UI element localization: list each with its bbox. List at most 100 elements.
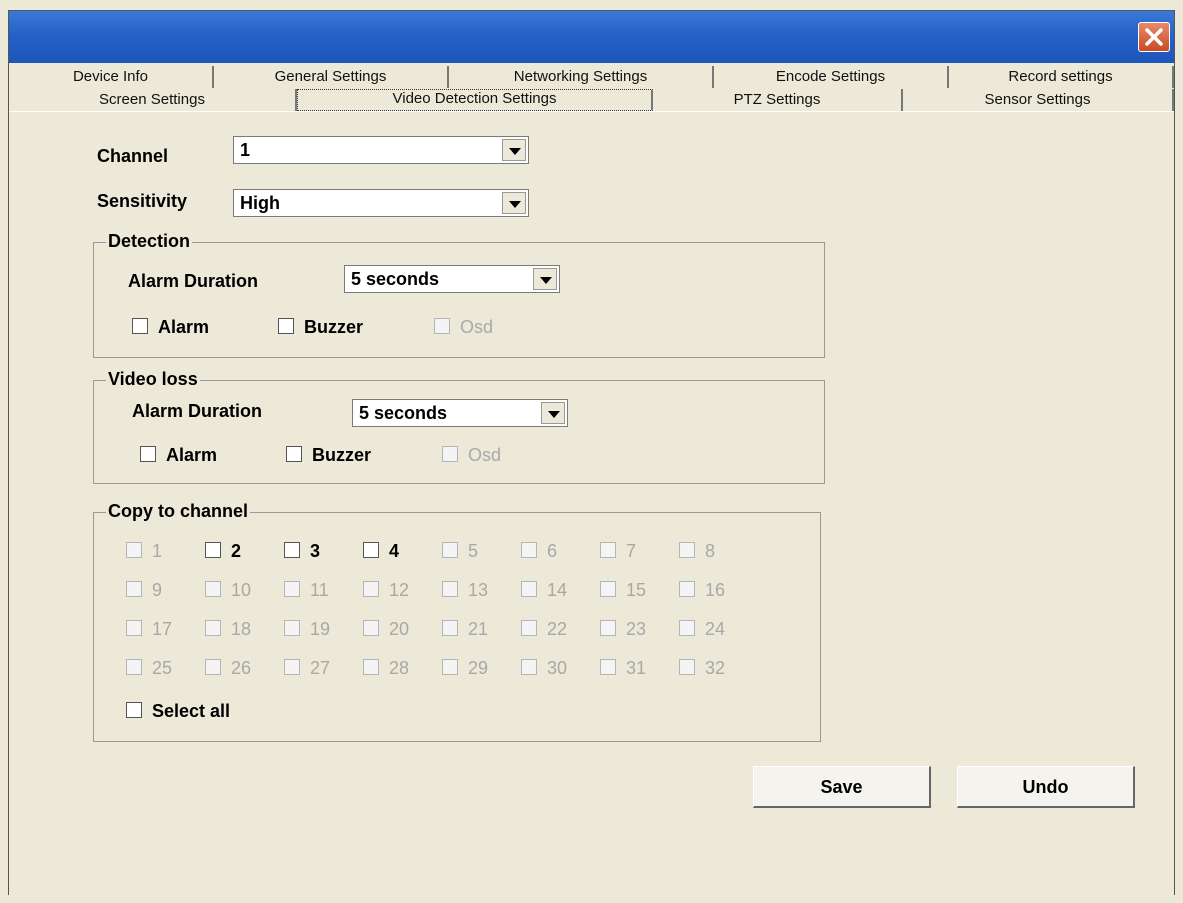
detection-buzzer-checkbox[interactable]: Buzzer — [278, 317, 363, 338]
checkbox-box — [205, 620, 221, 636]
channel-16-checkbox: 16 — [679, 580, 725, 601]
checkbox-box — [442, 446, 458, 462]
checkbox-box — [126, 542, 142, 558]
save-button[interactable]: Save — [753, 766, 931, 808]
checkbox-box — [679, 581, 695, 597]
channel-label: 17 — [152, 619, 173, 639]
close-icon — [1145, 28, 1163, 46]
channel-label: 31 — [626, 658, 647, 678]
settings-panel: Channel 1 Sensitivity High Detection Ala… — [9, 111, 1174, 895]
checkbox-box — [600, 542, 616, 558]
checkbox-box — [521, 542, 537, 558]
checkbox-box — [600, 659, 616, 675]
channel-2-checkbox[interactable]: 2 — [205, 541, 241, 562]
video-loss-alarm-label: Alarm — [166, 445, 218, 465]
channel-label: 21 — [468, 619, 489, 639]
checkbox-box[interactable] — [286, 446, 302, 462]
video-loss-alarm-checkbox[interactable]: Alarm — [140, 445, 217, 466]
channel-label: 6 — [547, 541, 558, 561]
tab-record-settings[interactable]: Record settings — [949, 66, 1174, 88]
channel-label: 14 — [547, 580, 568, 600]
channel-6-checkbox: 6 — [521, 541, 557, 562]
detection-alarm-duration-select[interactable]: 5 seconds — [344, 265, 560, 293]
video-loss-alarm-duration-select[interactable]: 5 seconds — [352, 399, 568, 427]
channel-label: 13 — [468, 580, 489, 600]
channel-label: 24 — [705, 619, 726, 639]
channel-19-checkbox: 19 — [284, 619, 330, 640]
channel-label: 32 — [705, 658, 726, 678]
chevron-down-icon[interactable] — [533, 268, 557, 290]
checkbox-box[interactable] — [126, 702, 142, 718]
detection-alarm-duration-label: Alarm Duration — [128, 271, 259, 291]
channel-label: 28 — [389, 658, 410, 678]
channel-label: 27 — [310, 658, 331, 678]
checkbox-box[interactable] — [140, 446, 156, 462]
channel-23-checkbox: 23 — [600, 619, 646, 640]
checkbox-box — [284, 659, 300, 675]
channel-3-checkbox[interactable]: 3 — [284, 541, 320, 562]
checkbox-box[interactable] — [278, 318, 294, 334]
detection-osd-checkbox: Osd — [434, 317, 493, 338]
channel-label: 15 — [626, 580, 647, 600]
checkbox-box[interactable] — [205, 542, 221, 558]
detection-buzzer-label: Buzzer — [304, 317, 364, 337]
channel-label: 19 — [310, 619, 331, 639]
chevron-down-icon[interactable] — [502, 139, 526, 161]
tab-networking-settings[interactable]: Networking Settings — [449, 66, 714, 88]
undo-button[interactable]: Undo — [957, 766, 1135, 808]
checkbox-box[interactable] — [132, 318, 148, 334]
channel-label: 10 — [231, 580, 252, 600]
channel-4-checkbox[interactable]: 4 — [363, 541, 399, 562]
channel-label: 23 — [626, 619, 647, 639]
channel-24-checkbox: 24 — [679, 619, 725, 640]
channel-1-checkbox: 1 — [126, 541, 162, 562]
tab-general-settings[interactable]: General Settings — [214, 66, 449, 88]
channel-label: 20 — [389, 619, 410, 639]
tab-sensor-settings[interactable]: Sensor Settings — [903, 89, 1174, 111]
channel-11-checkbox: 11 — [284, 580, 329, 601]
channel-28-checkbox: 28 — [363, 658, 409, 679]
channel-5-checkbox: 5 — [442, 541, 478, 562]
channel-label: 18 — [231, 619, 252, 639]
checkbox-box — [600, 620, 616, 636]
close-button[interactable] — [1138, 22, 1170, 52]
checkbox-box — [442, 659, 458, 675]
tab-row-1: Device Info General Settings Networking … — [9, 66, 1174, 88]
tab-ptz-settings[interactable]: PTZ Settings — [653, 89, 903, 111]
channel-14-checkbox: 14 — [521, 580, 567, 601]
select-all-checkbox[interactable]: Select all — [126, 701, 230, 722]
checkbox-box — [442, 542, 458, 558]
channel-29-checkbox: 29 — [442, 658, 488, 679]
channel-22-checkbox: 22 — [521, 619, 567, 640]
tab-video-detection-settings[interactable]: Video Detection Settings — [297, 89, 653, 111]
tab-row-2: Screen Settings Video Detection Settings… — [9, 89, 1174, 111]
checkbox-box — [363, 581, 379, 597]
channel-label: 22 — [547, 619, 568, 639]
title-bar — [9, 11, 1174, 63]
chevron-down-icon[interactable] — [502, 192, 526, 214]
channel-select[interactable]: 1 — [233, 136, 529, 164]
chevron-down-icon[interactable] — [541, 402, 565, 424]
checkbox-box — [434, 318, 450, 334]
channel-17-checkbox: 17 — [126, 619, 172, 640]
sensitivity-label: Sensitivity — [97, 191, 188, 211]
checkbox-box — [521, 581, 537, 597]
checkbox-box — [442, 620, 458, 636]
video-loss-alarm-duration-value: 5 seconds — [359, 403, 448, 423]
channel-label: Channel — [97, 146, 169, 166]
tab-encode-settings[interactable]: Encode Settings — [714, 66, 949, 88]
channel-7-checkbox: 7 — [600, 541, 636, 562]
detection-alarm-checkbox[interactable]: Alarm — [132, 317, 209, 338]
tab-screen-settings[interactable]: Screen Settings — [9, 89, 297, 111]
video-loss-buzzer-checkbox[interactable]: Buzzer — [286, 445, 371, 466]
checkbox-box[interactable] — [363, 542, 379, 558]
video-loss-title: Video loss — [106, 369, 200, 390]
detection-title: Detection — [106, 231, 193, 252]
channel-label: 12 — [389, 580, 410, 600]
checkbox-box[interactable] — [284, 542, 300, 558]
channel-25-checkbox: 25 — [126, 658, 172, 679]
channel-30-checkbox: 30 — [521, 658, 567, 679]
channel-15-checkbox: 15 — [600, 580, 646, 601]
sensitivity-select[interactable]: High — [233, 189, 529, 217]
tab-device-info[interactable]: Device Info — [9, 66, 214, 88]
